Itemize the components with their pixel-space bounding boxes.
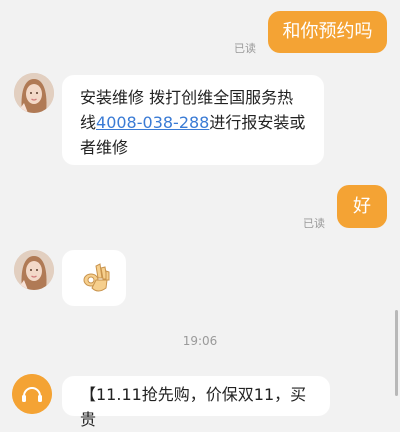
incoming-message-bubble: 安装维修 拨打创维全国服务热线4008-038-288进行报安装或者维修	[62, 75, 324, 165]
incoming-emoji-bubble	[62, 250, 126, 306]
incoming-message-bubble: 【11.11抢先购，价保双11，买贵	[62, 376, 330, 429]
outgoing-message-bubble[interactable]: 好	[337, 185, 387, 228]
message-timestamp: 19:06	[182, 334, 218, 348]
message-text: 好	[353, 195, 371, 217]
headset-service-icon[interactable]	[12, 374, 52, 414]
read-status: 已读	[303, 217, 325, 230]
scrollbar[interactable]	[395, 310, 398, 396]
message-text: 【11.11抢先购，价保双11，买贵	[80, 385, 307, 429]
agent-avatar-icon[interactable]	[14, 73, 54, 113]
message-text: 和你预约吗	[282, 21, 373, 42]
outgoing-message-bubble[interactable]: 和你预约吗	[268, 11, 387, 53]
chat-view: 和你预约吗 已读 安装维修 拨打创维全国服务热线4008-038-288进行报安…	[0, 0, 400, 429]
hotline-phone-link[interactable]: 4008-038-288	[96, 113, 209, 132]
read-status: 已读	[234, 42, 256, 55]
ok-hand-icon	[83, 263, 110, 292]
agent-avatar-icon[interactable]	[14, 250, 54, 290]
